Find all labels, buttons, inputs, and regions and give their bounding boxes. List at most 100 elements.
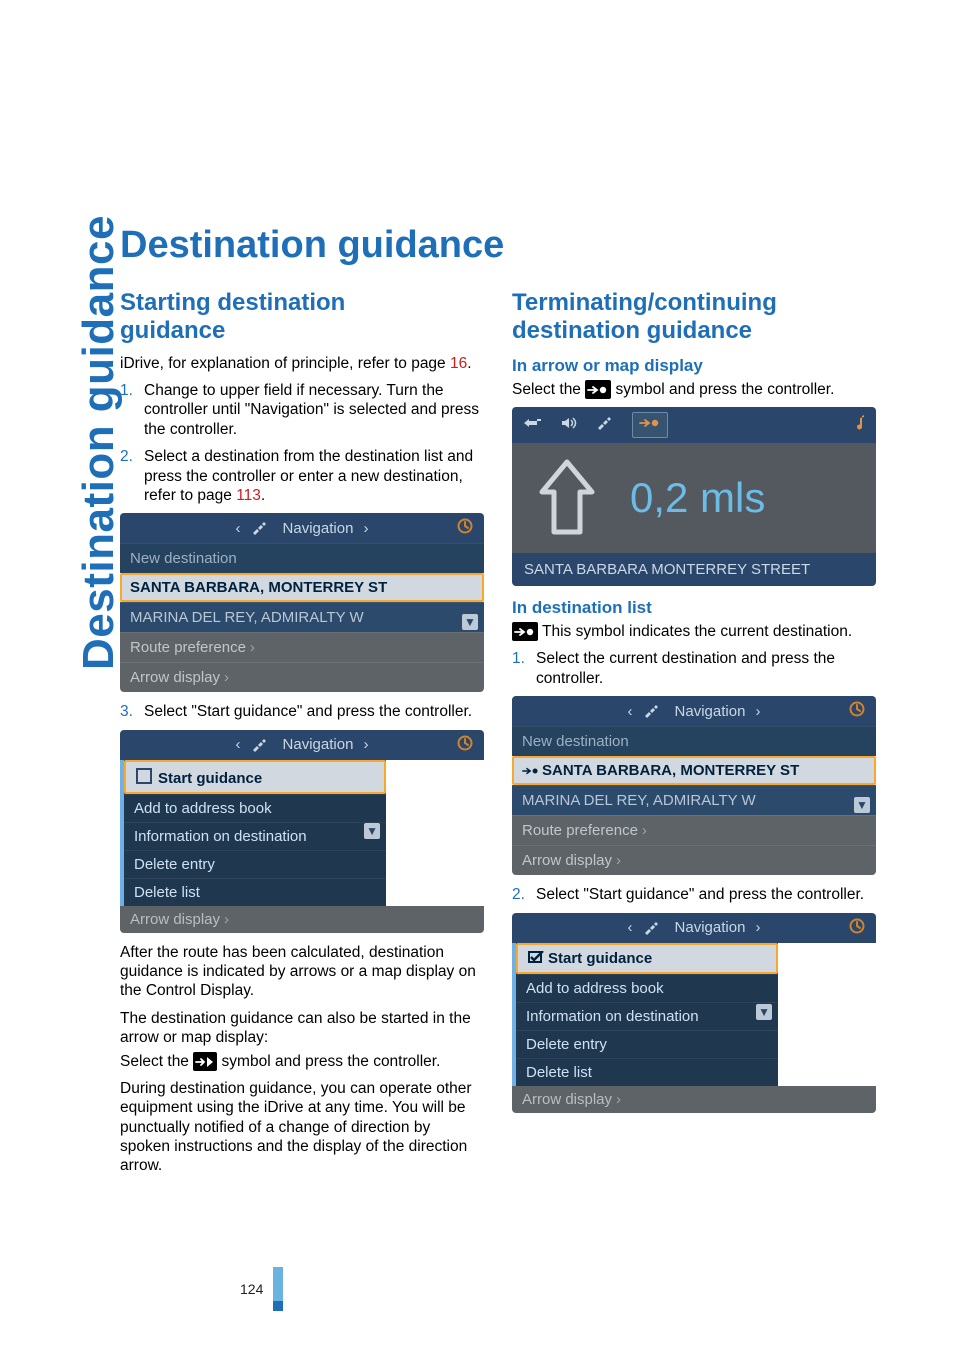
active-guidance-icon bbox=[632, 412, 668, 438]
paragraph-select-symbol: Select the symbol and press the controll… bbox=[120, 1052, 484, 1071]
step-text: Select "Start guidance" and press the co… bbox=[144, 702, 472, 721]
option-add-to-address-book: Add to address book bbox=[124, 794, 386, 822]
page-number: 124 bbox=[240, 1281, 263, 1297]
checkbox-empty-icon bbox=[136, 768, 152, 784]
nav-route-preference: Route preference› bbox=[512, 815, 876, 845]
scroll-down-icon: ▼ bbox=[854, 797, 870, 813]
terminate-symbol-icon bbox=[585, 380, 611, 399]
caret-right-icon: › bbox=[755, 703, 760, 720]
arrow-mid: 0,2 mls bbox=[512, 443, 876, 553]
clock-icon bbox=[848, 700, 866, 722]
satellite-icon bbox=[643, 921, 659, 935]
scroll-down-icon: ▼ bbox=[364, 823, 380, 839]
screenshot-navigation-list-2: ‹ Navigation › New destination SANTA BAR… bbox=[512, 696, 876, 875]
option-add-to-address-book: Add to address book bbox=[516, 974, 778, 1002]
paragraph-also-started: The destination guidance can also be sta… bbox=[120, 1009, 484, 1048]
option-start-guidance: Start guidance bbox=[516, 943, 778, 974]
subheading-arrow-or-map: In arrow or map display bbox=[512, 356, 876, 376]
clock-icon bbox=[456, 734, 474, 756]
intro-paragraph: iDrive, for explanation of principle, re… bbox=[120, 354, 484, 373]
scroll-down-icon: ▼ bbox=[462, 614, 478, 630]
nav-selected-destination: SANTA BARBARA, MONTERREY ST bbox=[512, 756, 876, 785]
satellite-icon bbox=[251, 521, 267, 535]
current-destination-symbol-icon bbox=[512, 622, 538, 641]
caret-left-icon: ‹ bbox=[628, 919, 633, 936]
paragraph-after-route: After the route has been calculated, des… bbox=[120, 943, 484, 1001]
page-link-16[interactable]: 16 bbox=[450, 355, 467, 372]
option-delete-entry: Delete entry bbox=[124, 850, 386, 878]
nav-arrow-display: Arrow display› bbox=[120, 906, 484, 933]
nav-header: ‹ Navigation › bbox=[512, 913, 876, 943]
nav-header-label: Navigation bbox=[675, 919, 746, 936]
heading-terminating-continuing: Terminating/continuing destination guida… bbox=[512, 289, 876, 346]
nav-new-destination: New destination bbox=[512, 726, 876, 756]
option-information-on-destination: Information on destination bbox=[516, 1002, 778, 1030]
nav-header: ‹ Navigation › bbox=[120, 730, 484, 760]
step-number: 1. bbox=[512, 649, 536, 688]
music-note-icon bbox=[852, 414, 866, 437]
heading-starting-destination-guidance: Starting destination guidance bbox=[120, 289, 484, 346]
option-delete-list: Delete list bbox=[124, 878, 386, 906]
option-start-guidance: Start guidance bbox=[124, 760, 386, 794]
clock-icon bbox=[848, 917, 866, 939]
nav-destination-item: MARINA DEL REY, ADMIRALTY W bbox=[120, 602, 484, 632]
scroll-down-icon: ▼ bbox=[756, 1004, 772, 1020]
distance-value: 0,2 mls bbox=[630, 474, 765, 522]
page-indicator-bar bbox=[273, 1267, 283, 1311]
step-list-right-2: 2.Select "Start guidance" and press the … bbox=[512, 885, 876, 904]
screenshot-navigation-options-2: ‹ Navigation › Start guidance Add to add… bbox=[512, 913, 876, 1113]
screenshot-navigation-options: ‹ Navigation › Start guidance Add to add… bbox=[120, 730, 484, 933]
step-list-start-2: 3.Select "Start guidance" and press the … bbox=[120, 702, 484, 721]
paragraph-current-destination-symbol: This symbol indicates the current destin… bbox=[512, 622, 876, 641]
caret-right-icon: › bbox=[363, 520, 368, 537]
nav-destination-item: MARINA DEL REY, ADMIRALTY W bbox=[512, 785, 876, 815]
step-number: 3. bbox=[120, 702, 144, 721]
nav-arrow-display: Arrow display› bbox=[512, 845, 876, 875]
arrow-topbar bbox=[512, 407, 876, 443]
page-footer: 124 bbox=[240, 1267, 904, 1311]
step-list-start: 1.Change to upper field if necessary. Tu… bbox=[120, 381, 484, 505]
option-information-on-destination: Information on destination bbox=[124, 822, 386, 850]
speaker-icon bbox=[560, 416, 578, 435]
clock-icon bbox=[456, 517, 474, 539]
nav-header-label: Navigation bbox=[283, 736, 354, 753]
big-arrow-icon bbox=[532, 458, 602, 538]
paragraph-select-symbol-right: Select the symbol and press the controll… bbox=[512, 380, 876, 399]
page-link-113[interactable]: 113 bbox=[236, 487, 261, 504]
screenshot-navigation-list: ‹ Navigation › New destination SANTA BAR… bbox=[120, 513, 484, 692]
back-icon bbox=[522, 416, 542, 435]
screenshot-arrow-display: 0,2 mls SANTA BARBARA MONTERREY STREET bbox=[512, 407, 876, 586]
step-text: Select "Start guidance" and press the co… bbox=[536, 885, 864, 904]
nav-arrow-display: Arrow display› bbox=[512, 1086, 876, 1113]
nav-header: ‹ Navigation › bbox=[512, 696, 876, 726]
caret-left-icon: ‹ bbox=[236, 736, 241, 753]
option-delete-list: Delete list bbox=[516, 1058, 778, 1086]
caret-left-icon: ‹ bbox=[236, 520, 241, 537]
page-title: Destination guidance bbox=[120, 224, 904, 267]
nav-new-destination: New destination bbox=[120, 543, 484, 573]
satellite-icon bbox=[251, 738, 267, 752]
nav-arrow-display: Arrow display› bbox=[120, 662, 484, 692]
step-text: Select a destination from the destinatio… bbox=[144, 447, 484, 505]
checkmark-icon bbox=[528, 950, 544, 967]
left-column: Starting destination guidance iDrive, fo… bbox=[120, 289, 484, 1184]
caret-right-icon: › bbox=[363, 736, 368, 753]
satellite-icon bbox=[596, 416, 614, 435]
paragraph-during-guidance: During destination guidance, you can ope… bbox=[120, 1079, 484, 1176]
right-column: Terminating/continuing destination guida… bbox=[512, 289, 876, 1184]
nav-header-label: Navigation bbox=[675, 703, 746, 720]
caret-left-icon: ‹ bbox=[628, 703, 633, 720]
step-number: 2. bbox=[512, 885, 536, 904]
subheading-in-destination-list: In destination list bbox=[512, 598, 876, 618]
nav-header: ‹ Navigation › bbox=[120, 513, 484, 543]
sidebar-section-label: Destination guidance bbox=[74, 215, 124, 670]
nav-selected-destination: SANTA BARBARA, MONTERREY ST bbox=[120, 573, 484, 602]
nav-route-preference: Route preference› bbox=[120, 632, 484, 662]
option-delete-entry: Delete entry bbox=[516, 1030, 778, 1058]
step-text: Change to upper field if necessary. Turn… bbox=[144, 381, 484, 439]
arrow-street-label: SANTA BARBARA MONTERREY STREET bbox=[512, 553, 876, 586]
nav-header-label: Navigation bbox=[283, 520, 354, 537]
satellite-icon bbox=[643, 704, 659, 718]
start-guidance-symbol-icon bbox=[193, 1052, 217, 1071]
step-text: Select the current destination and press… bbox=[536, 649, 876, 688]
